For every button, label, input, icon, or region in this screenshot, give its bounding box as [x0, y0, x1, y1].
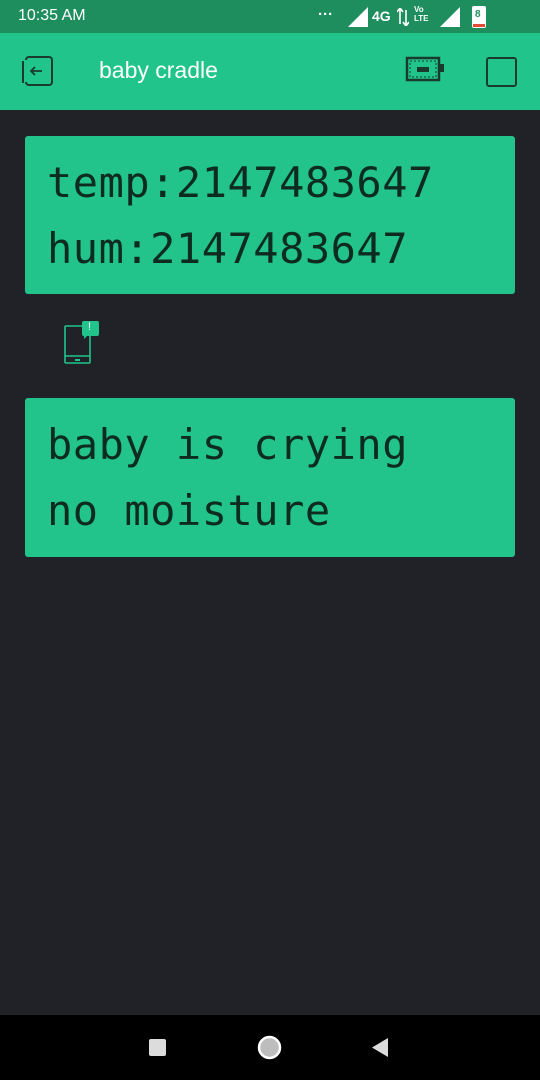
status-bar: 10:35 AM ··· 4G Vo LTE 8 [0, 0, 540, 33]
lcd-hum-line: hum:2147483647 [47, 224, 409, 273]
signal-icon-2 [440, 7, 460, 27]
lcd-moisture-line: no moisture [47, 486, 331, 535]
page-title: baby cradle [99, 57, 218, 83]
circle-home-icon [257, 1035, 282, 1060]
battery-icon: 8 [472, 6, 486, 28]
status-icons: ··· 4G Vo LTE 8 [318, 5, 518, 29]
exit-icon [22, 56, 53, 86]
recents-button[interactable] [149, 1039, 166, 1056]
device-button[interactable] [405, 55, 447, 85]
triangle-back-icon [372, 1038, 388, 1057]
status-time: 10:35 AM [18, 7, 86, 24]
device-battery-icon [405, 56, 444, 82]
notification-badge: ! [88, 321, 92, 333]
status-more-dots: ··· [318, 6, 333, 23]
back-button[interactable] [370, 1037, 390, 1058]
app-header: baby cradle [0, 33, 540, 110]
data-arrows-icon [397, 8, 409, 26]
lcd-temp-line: temp:2147483647 [47, 158, 434, 207]
home-button[interactable] [257, 1035, 282, 1060]
notification-widget[interactable]: ! [60, 320, 102, 366]
battery-level: 8 [475, 9, 481, 20]
lcd-display-status[interactable]: baby is crying no moisture [25, 398, 515, 557]
system-nav-bar [0, 1015, 540, 1080]
volte-label: Vo LTE [414, 5, 429, 23]
signal-icon [348, 7, 368, 27]
square-button[interactable] [486, 57, 517, 87]
network-type: 4G [372, 8, 391, 24]
lcd-display-sensors[interactable]: temp:2147483647 hum:2147483647 [25, 136, 515, 294]
exit-button[interactable] [20, 55, 56, 89]
phone-notification-icon [64, 321, 99, 364]
lcd-cry-line: baby is crying [47, 420, 409, 469]
